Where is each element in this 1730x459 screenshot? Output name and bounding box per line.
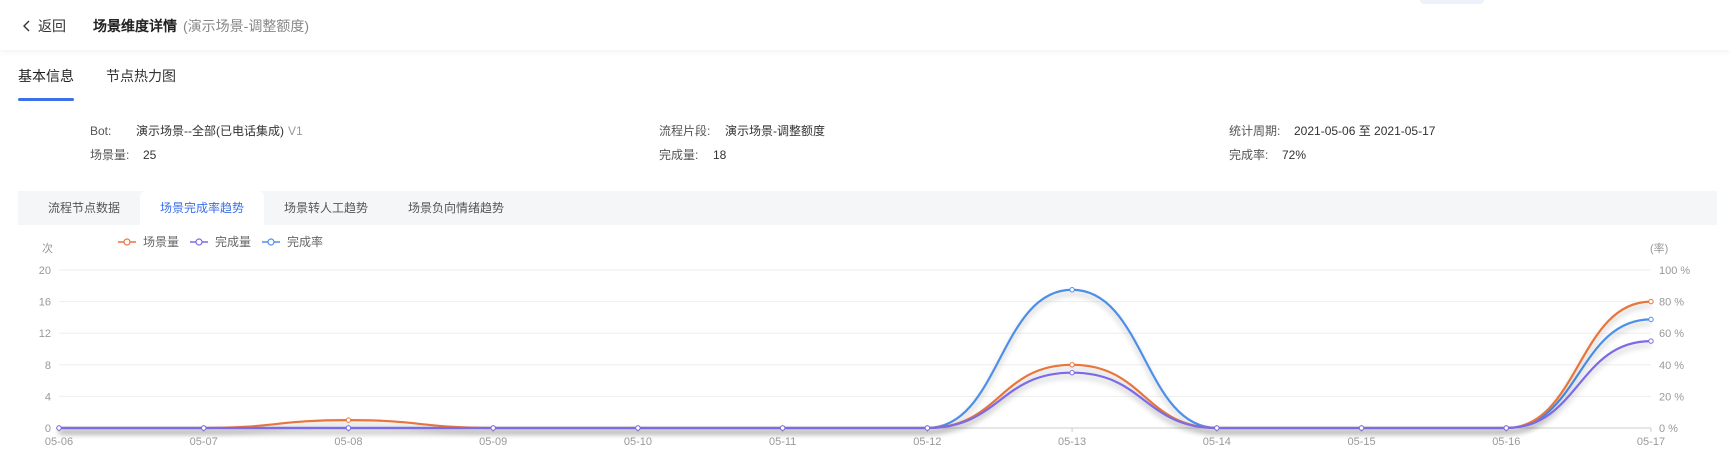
page-title-text: 场景维度详情	[93, 18, 177, 34]
data-point	[345, 425, 352, 431]
info-rate-value: 72%	[1282, 148, 1307, 162]
x-tick-label: 05-08	[334, 436, 362, 448]
y-left-tick-label: 0	[45, 423, 51, 435]
y-right-axis-title: (率)	[1650, 241, 1668, 255]
y-right-tick-label: 20 %	[1659, 391, 1684, 403]
info-flow-value: 演示场景-调整额度	[725, 124, 825, 138]
series-line-rate	[59, 288, 1652, 430]
x-tick-label: 05-09	[479, 436, 507, 448]
subtab-completion-trend[interactable]: 场景完成率趋势	[140, 191, 265, 225]
info-scene-value: 25	[143, 148, 157, 162]
data-point	[490, 425, 496, 431]
x-tick-label: 05-06	[45, 436, 73, 448]
info-rate-label: 完成率:	[1229, 148, 1269, 162]
y-right-tick-label: 80 %	[1659, 297, 1684, 309]
legend-label-done: 完成量	[215, 234, 251, 249]
info-bot-version: V1	[288, 124, 303, 138]
page-subtitle: (演示场景-调整额度)	[183, 18, 309, 34]
completion-trend-chart: 0 0 % 4 20 % 8 40 % 12 60 % 16 80 % 20 100 % 次 (率) 05-…	[39, 234, 1691, 448]
data-point	[1648, 298, 1654, 305]
y-left-tick-label: 8	[45, 360, 51, 372]
data-point	[1069, 362, 1075, 368]
data-point	[56, 425, 62, 431]
info-period: 统计周期: 2021-05-06 至 2021-05-17	[1229, 122, 1435, 139]
x-tick-label: 05-11	[769, 436, 796, 448]
x-tick-label: 05-13	[1058, 436, 1086, 448]
page-header: 返回 场景维度详情 (演示场景-调整额度)	[0, 0, 1730, 50]
subtab-negative-emotion-trend[interactable]: 场景负向情绪趋势	[408, 191, 504, 225]
y-right-tick-label: 40 %	[1659, 360, 1684, 372]
data-point	[1358, 425, 1365, 431]
data-point	[1648, 338, 1654, 344]
data-point	[1503, 425, 1509, 431]
info-period-label: 统计周期:	[1229, 124, 1281, 138]
info-rate: 完成率: 72%	[1229, 146, 1306, 163]
data-point	[1069, 370, 1075, 376]
legend-marker-done	[195, 238, 203, 246]
y-left-tick-label: 4	[45, 391, 51, 403]
info-bot: Bot: 演示场景--全部(已电话集成) V1	[90, 122, 303, 139]
y-left-tick-label: 20	[39, 265, 51, 277]
chart-grid	[59, 269, 1651, 429]
subtab-flow-node-data[interactable]: 流程节点数据	[48, 191, 120, 225]
info-done-label: 完成量:	[659, 148, 699, 162]
y-left-axis-title: 次	[42, 241, 53, 255]
info-flow-label: 流程片段:	[659, 124, 711, 138]
legend-marker-scene	[123, 238, 131, 246]
legend-marker-rate	[267, 238, 275, 246]
x-tick-label: 05-15	[1347, 436, 1375, 448]
chart-subtabs: 流程节点数据 场景完成率趋势 场景转人工趋势 场景负向情绪趋势	[18, 191, 1717, 225]
back-button[interactable]: 返回	[22, 16, 66, 36]
info-bot-value: 演示场景--全部(已电话集成)	[136, 124, 284, 138]
info-scene-label: 场景量:	[90, 148, 130, 162]
chevron-left-icon	[23, 20, 30, 32]
info-bot-label: Bot:	[90, 124, 112, 138]
tab-basic-info[interactable]: 基本信息	[18, 66, 74, 86]
chart-legend[interactable]: 场景量 完成量 完成率	[118, 234, 323, 249]
y-left-tick-label: 16	[39, 297, 51, 309]
data-point	[779, 425, 786, 431]
data-point	[345, 417, 352, 423]
subtab-transfer-trend[interactable]: 场景转人工趋势	[284, 191, 368, 225]
tab-node-heatmap[interactable]: 节点热力图	[106, 66, 176, 86]
y-left-tick-label: 12	[39, 328, 51, 340]
x-tick-label: 05-14	[1203, 436, 1231, 448]
x-tick-label: 05-16	[1492, 436, 1520, 448]
legend-label-rate: 完成率	[287, 234, 323, 249]
y-right-tick-label: 0 %	[1659, 423, 1678, 435]
y-right-tick-label: 60 %	[1659, 328, 1684, 340]
info-done-count: 完成量: 18	[659, 146, 726, 163]
x-tick-label: 05-12	[913, 436, 941, 448]
back-label: 返回	[38, 18, 66, 34]
info-period-value: 2021-05-06 至 2021-05-17	[1294, 124, 1436, 138]
x-tick-label: 05-17	[1637, 436, 1665, 448]
chart-axes: 0 0 % 4 20 % 8 40 % 12 60 % 16 80 % 20 100 % 次 (率) 05-…	[39, 241, 1691, 448]
data-point	[1214, 425, 1220, 431]
data-point	[201, 425, 207, 431]
info-flow: 流程片段: 演示场景-调整额度	[659, 122, 825, 139]
data-point	[1069, 287, 1075, 293]
page-title: 场景维度详情 (演示场景-调整额度)	[93, 16, 309, 36]
data-point	[1648, 316, 1654, 323]
data-point	[924, 425, 931, 431]
header-decoration	[1420, 0, 1484, 4]
info-scene-count: 场景量: 25	[90, 146, 156, 163]
data-point	[635, 425, 641, 431]
y-right-tick-label: 100 %	[1659, 265, 1690, 277]
chart-series	[56, 287, 1654, 431]
info-done-value: 18	[713, 148, 727, 162]
series-line-done	[59, 340, 1652, 430]
active-tab-indicator	[18, 98, 74, 101]
legend-label-scene: 场景量	[143, 235, 179, 249]
x-tick-label: 05-10	[624, 436, 652, 448]
x-tick-label: 05-07	[190, 436, 218, 448]
